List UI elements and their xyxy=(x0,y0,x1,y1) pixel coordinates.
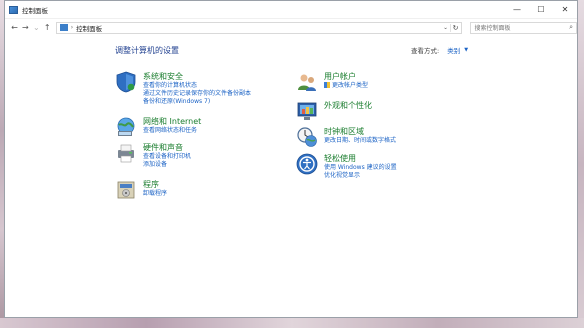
up-arrow-icon[interactable]: ↑ xyxy=(42,22,53,34)
category-network: 网络和 Internet 查看网络状态和任务 xyxy=(115,116,201,138)
address-dropdown-icon[interactable]: ⌄ xyxy=(442,25,450,31)
maximize-button[interactable]: ☐ xyxy=(529,1,553,18)
address-bar[interactable]: › 控制面板 ⌄ ↻ xyxy=(55,21,462,34)
category-link[interactable]: 更改帐户类型 xyxy=(324,82,368,90)
category-link[interactable]: 优化视觉显示 xyxy=(324,172,397,180)
category-link[interactable]: 查看设备和打印机 xyxy=(143,153,191,161)
category-hardware-sound: 硬件和声音 查看设备和打印机 添加设备 xyxy=(115,142,191,169)
category-link[interactable]: 查看你的计算机状态 xyxy=(143,82,251,90)
recent-locations-chevron-icon[interactable]: ⌄ xyxy=(31,22,42,34)
view-by: 查看方式: 类别 ▼ xyxy=(411,45,468,55)
category-ease-of-access: 轻松使用 使用 Windows 建议的设置 优化视觉显示 xyxy=(296,153,397,180)
category-programs: 程序 卸载程序 xyxy=(115,179,167,201)
users-icon[interactable] xyxy=(296,71,318,93)
close-button[interactable]: ✕ xyxy=(553,1,577,18)
chevron-down-icon[interactable]: ▼ xyxy=(464,47,468,53)
view-by-label: 查看方式: xyxy=(411,47,440,55)
programs-icon[interactable] xyxy=(115,179,137,201)
network-icon[interactable] xyxy=(115,116,137,138)
breadcrumb[interactable]: 控制面板 xyxy=(76,23,441,33)
category-link-text[interactable]: 更改帐户类型 xyxy=(332,82,368,89)
refresh-icon[interactable]: ↻ xyxy=(449,23,461,32)
category-title[interactable]: 时钟和区域 xyxy=(324,126,396,137)
desktop-wallpaper-bottom xyxy=(0,318,584,328)
forward-arrow-icon[interactable]: → xyxy=(20,22,31,34)
uac-shield-icon xyxy=(324,82,330,88)
category-title[interactable]: 轻松使用 xyxy=(324,153,397,164)
category-link[interactable]: 添加设备 xyxy=(143,161,191,169)
control-panel-window: 控制面板 — ☐ ✕ ← → ⌄ ↑ › 控制面板 ⌄ ↻ 搜索控制面板 ⌕ 调… xyxy=(4,0,578,318)
category-appearance: 外观和个性化 xyxy=(296,100,372,122)
category-link[interactable]: 备份和还原(Windows 7) xyxy=(143,98,251,106)
printer-icon[interactable] xyxy=(115,142,137,164)
category-user-accounts: 用户帐户 更改帐户类型 xyxy=(296,71,368,93)
category-title[interactable]: 硬件和声音 xyxy=(143,142,191,153)
window-title: 控制面板 xyxy=(22,6,48,15)
title-bar: 控制面板 — ☐ ✕ xyxy=(5,1,577,19)
category-link[interactable]: 更改日期、时间或数字格式 xyxy=(324,137,396,145)
category-clock-region: 时钟和区域 更改日期、时间或数字格式 xyxy=(296,126,396,148)
page-title: 调整计算机的设置 xyxy=(115,46,179,55)
view-by-dropdown[interactable]: 类别 xyxy=(447,45,460,55)
category-title[interactable]: 外观和个性化 xyxy=(324,100,372,111)
clock-icon[interactable] xyxy=(296,126,318,148)
search-input[interactable]: 搜索控制面板 ⌕ xyxy=(469,21,577,34)
address-control-panel-icon xyxy=(59,24,68,31)
category-link[interactable]: 通过文件历史记录保存你的文件备份副本 xyxy=(143,90,251,98)
control-panel-icon xyxy=(9,5,18,14)
category-link[interactable]: 卸载程序 xyxy=(143,190,167,198)
breadcrumb-chevron-icon[interactable]: › xyxy=(71,24,73,31)
category-title[interactable]: 程序 xyxy=(143,179,167,190)
category-title[interactable]: 系统和安全 xyxy=(143,71,251,82)
category-system-security: 系统和安全 查看你的计算机状态 通过文件历史记录保存你的文件备份副本 备份和还原… xyxy=(115,71,251,106)
category-link[interactable]: 使用 Windows 建议的设置 xyxy=(324,164,397,172)
ease-of-access-icon[interactable] xyxy=(296,153,318,175)
minimize-button[interactable]: — xyxy=(505,1,529,18)
category-title[interactable]: 网络和 Internet xyxy=(143,116,201,127)
search-placeholder: 搜索控制面板 xyxy=(474,25,511,32)
shield-icon[interactable] xyxy=(115,71,137,93)
category-link[interactable]: 查看网络状态和任务 xyxy=(143,127,201,135)
desktop-wallpaper-right xyxy=(578,0,584,328)
appearance-icon[interactable] xyxy=(296,100,318,122)
address-row: ← → ⌄ ↑ › 控制面板 ⌄ ↻ 搜索控制面板 ⌕ xyxy=(5,19,577,36)
back-arrow-icon[interactable]: ← xyxy=(9,22,20,34)
search-icon[interactable]: ⌕ xyxy=(569,23,573,32)
category-title[interactable]: 用户帐户 xyxy=(324,71,368,82)
